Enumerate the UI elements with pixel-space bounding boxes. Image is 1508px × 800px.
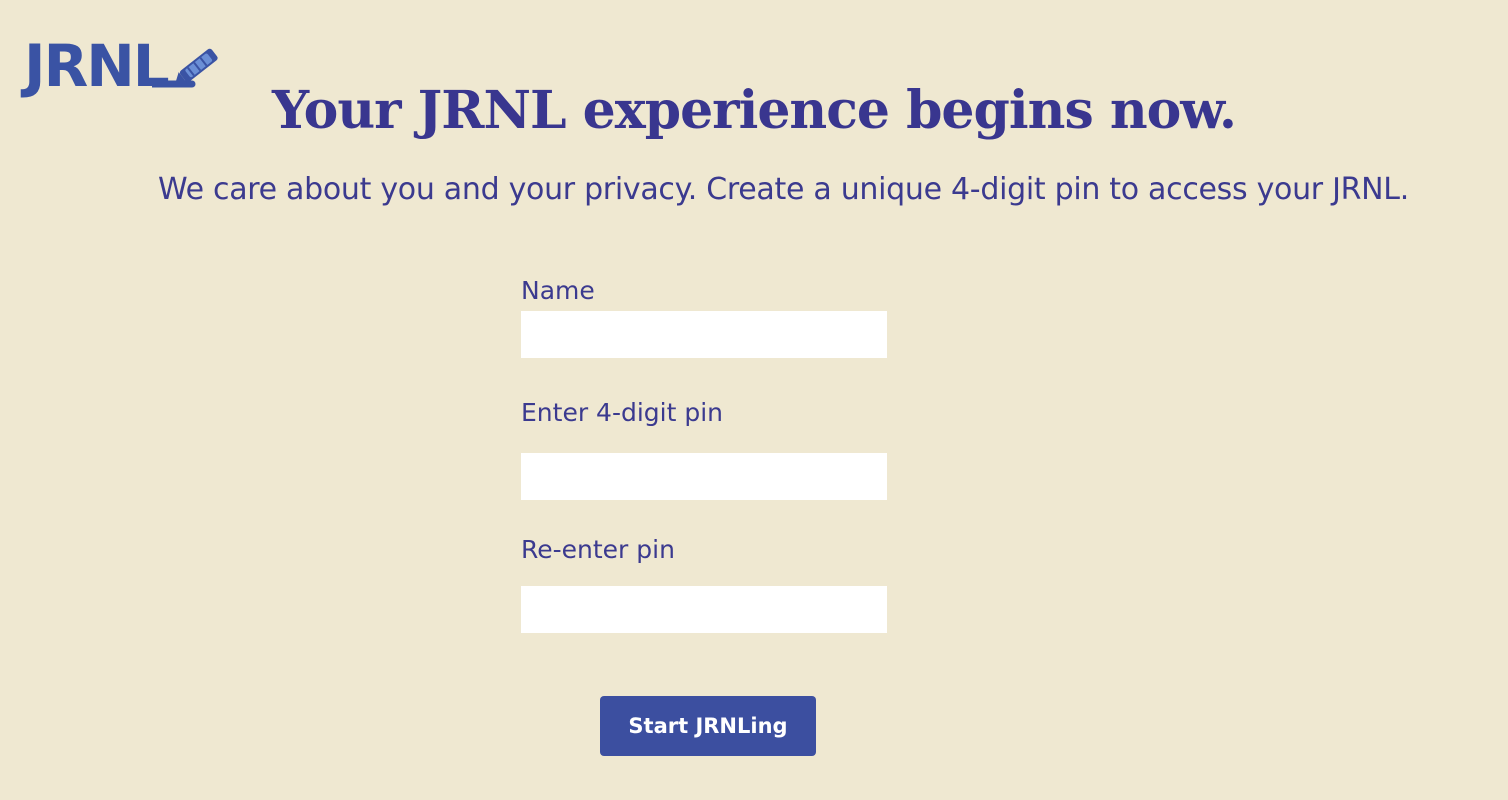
pin-label: Enter 4-digit pin bbox=[521, 398, 724, 427]
name-input[interactable] bbox=[521, 311, 887, 358]
repin-input[interactable] bbox=[521, 586, 887, 633]
start-jrnling-button[interactable]: Start JRNLing bbox=[600, 696, 816, 756]
page-subtitle: We care about you and your privacy. Crea… bbox=[158, 172, 1409, 207]
pin-input[interactable] bbox=[521, 453, 887, 500]
page-headline: Your JRNL experience begins now. bbox=[272, 80, 1237, 141]
name-label: Name bbox=[521, 276, 595, 305]
repin-label: Re-enter pin bbox=[521, 535, 675, 564]
